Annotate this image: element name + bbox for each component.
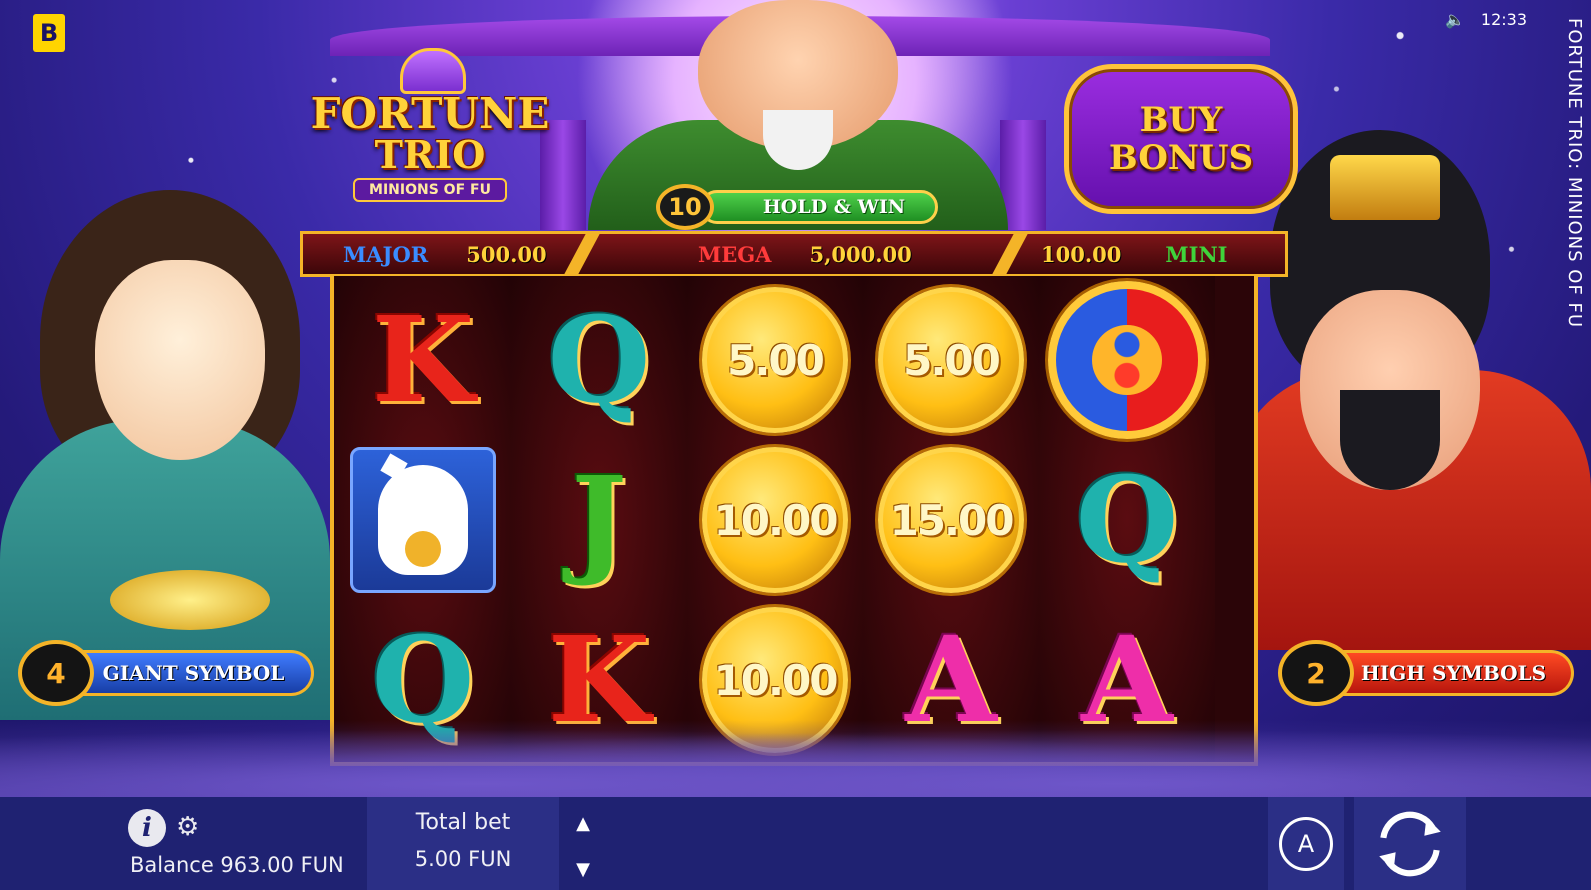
buy-bonus-line-2: BONUS	[1108, 138, 1254, 178]
reel-column: QA	[1039, 276, 1215, 762]
jackpot-mega-value: 5,000.00	[809, 241, 912, 267]
coin-symbol: 15.00	[878, 447, 1024, 593]
jackpot-mini-value: 100.00	[1041, 241, 1122, 267]
spin-arrows-icon	[1379, 811, 1441, 876]
reel-cell: 15.00	[863, 440, 1039, 600]
lucky-cat-icon	[350, 447, 496, 593]
reel-column: 5.00 10.00 10.00	[687, 276, 863, 762]
reel-cell: Q	[511, 280, 687, 440]
gear-icon[interactable]: ⚙	[176, 813, 199, 841]
total-bet-value: 5.00 FUN	[414, 847, 512, 871]
jackpot-major-value: 500.00	[466, 241, 547, 267]
bottom-control-bar: i ⚙ Balance 963.00 FUN Total bet 5.00 FU…	[0, 797, 1591, 890]
reel-cell: 10.00	[687, 440, 863, 600]
cloud-layer	[0, 720, 1591, 800]
jackpot-mini: 100.00 MINI	[1041, 234, 1227, 274]
high-symbols-count: 2	[1278, 640, 1354, 706]
letter-symbol-q: Q	[547, 290, 651, 429]
bet-increase-button[interactable]: ▲	[569, 809, 597, 837]
status-bar: 🔈 12:33	[1445, 10, 1527, 29]
speaker-icon[interactable]: 🔈	[1445, 10, 1465, 29]
logo-line-2: TRIO	[374, 132, 486, 177]
jackpot-divider	[562, 231, 602, 277]
reel-column: 5.00 15.00 A	[863, 276, 1039, 762]
high-symbols-badge: HIGH SYMBOLS 2	[1278, 640, 1574, 706]
buy-bonus-button[interactable]: BUY BONUS	[1064, 64, 1298, 214]
giant-symbol-badge: GIANT SYMBOL 4	[18, 640, 314, 706]
coin-symbol: 5.00	[702, 287, 848, 433]
coin-value: 5.00	[727, 335, 825, 385]
reel-cell: 5.00	[687, 280, 863, 440]
jackpot-mega-label: MEGA	[698, 241, 772, 267]
autoplay-button[interactable]: A	[1268, 797, 1344, 890]
high-symbols-label: HIGH SYMBOLS	[1336, 650, 1574, 696]
letter-symbol-k: K	[371, 290, 475, 429]
coin-value: 5.00	[903, 335, 1001, 385]
balance-display: Balance 963.00 FUN	[130, 853, 344, 877]
jackpot-divider	[990, 231, 1030, 277]
total-bet-panel: Total bet 5.00 FUN	[367, 797, 559, 890]
reel-cell: Q	[1039, 440, 1215, 600]
hold-and-win-count: 10	[656, 184, 714, 230]
info-icon[interactable]: i	[128, 809, 166, 847]
reel-cell: 5.00	[863, 280, 1039, 440]
autoplay-icon: A	[1279, 816, 1333, 871]
letter-symbol-j: J	[571, 450, 627, 589]
jackpot-mini-label: MINI	[1165, 241, 1228, 267]
reel-column: QJK	[511, 276, 687, 762]
reel-cell	[335, 440, 511, 600]
reel-grid: K Q Q J K 5.00 10.00 10.00 5.00 15.00 A Q A	[330, 276, 1258, 766]
coin-value: 15.00	[889, 495, 1015, 545]
jackpot-major-label: MAJOR	[343, 241, 429, 267]
jackpot-mega: MEGA 5,000.00	[698, 234, 912, 274]
jackpot-bar: MAJOR 500.00 MEGA 5,000.00 100.00 MINI	[300, 231, 1288, 277]
buy-bonus-line-1: BUY	[1139, 100, 1223, 140]
total-bet-label: Total bet	[415, 810, 511, 835]
warrior-character	[1230, 130, 1591, 650]
bet-decrease-button[interactable]: ▼	[569, 855, 597, 883]
coin-symbol: 10.00	[702, 447, 848, 593]
game-logo: FORTUNE TRIO MINIONS OF FU	[305, 48, 555, 208]
coin-symbol: 5.00	[878, 287, 1024, 433]
giant-symbol-label: GIANT SYMBOL	[76, 650, 314, 696]
letter-symbol-q: Q	[1075, 450, 1179, 589]
coin-value: 10.00	[713, 655, 839, 705]
brand-logo[interactable]: B	[33, 14, 65, 52]
reel-cell: J	[511, 440, 687, 600]
logo-line-1: FORTUNE	[310, 89, 550, 138]
reel-cell	[1039, 280, 1215, 440]
logo-crown-icon	[400, 48, 466, 94]
jackpot-major: MAJOR 500.00	[343, 234, 547, 274]
reel-cell: K	[335, 280, 511, 440]
hold-and-win-indicator: HOLD & WIN 10	[650, 184, 950, 230]
coin-value: 10.00	[713, 495, 839, 545]
reel-column: KQ	[335, 276, 511, 762]
giant-symbol-count: 4	[18, 640, 94, 706]
spin-button[interactable]	[1354, 797, 1466, 890]
yin-yang-icon	[1048, 281, 1206, 439]
hold-and-win-label: HOLD & WIN	[700, 190, 938, 224]
clock: 12:33	[1480, 10, 1527, 29]
logo-subtitle: MINIONS OF FU	[353, 178, 507, 202]
